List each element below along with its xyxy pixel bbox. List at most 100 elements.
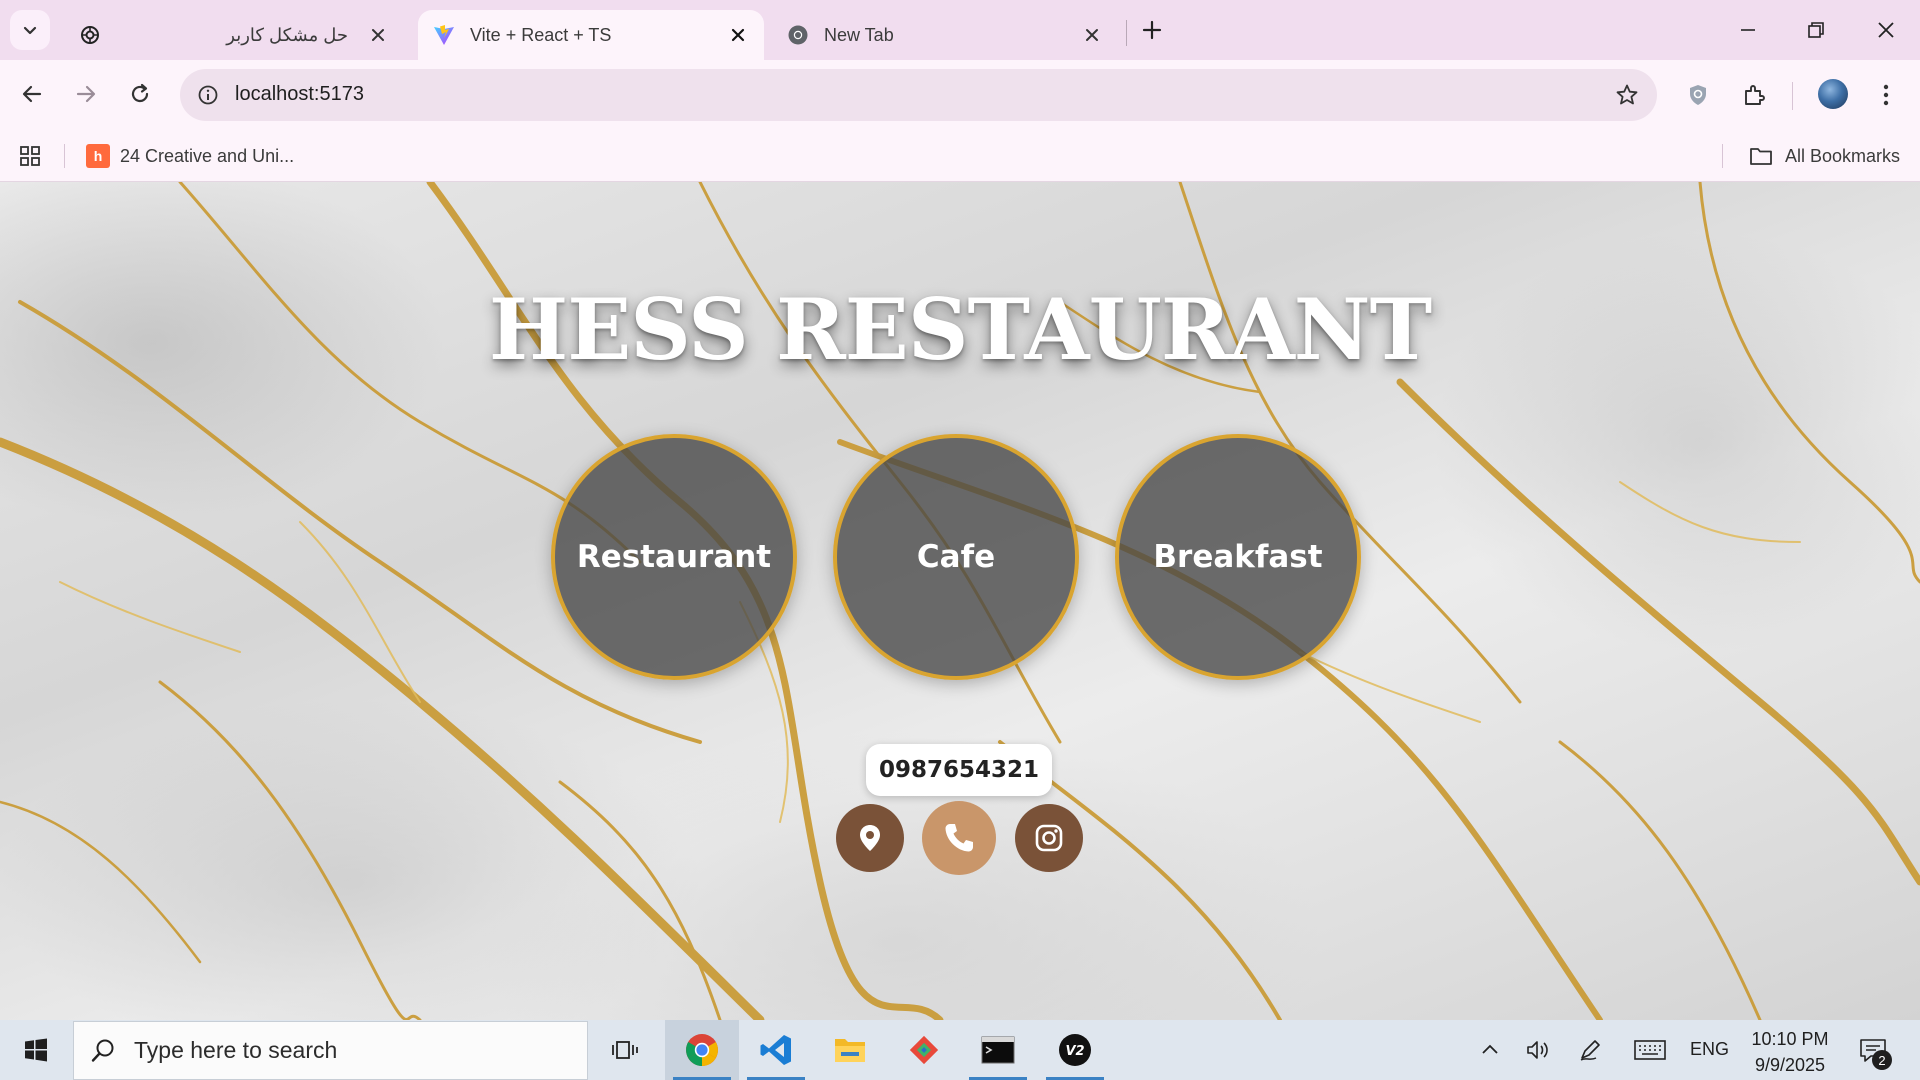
- windows-taskbar: Type here to search V2 ENG 10:10 PM 9/9/…: [0, 1020, 1920, 1080]
- restore-icon: [1808, 22, 1824, 38]
- category-label: Breakfast: [1153, 539, 1323, 575]
- reload-icon: [131, 83, 149, 103]
- tab-new-tab[interactable]: New Tab: [772, 10, 1118, 60]
- clock-date: 9/9/2025: [1754, 1055, 1826, 1075]
- close-tab-icon[interactable]: [366, 23, 390, 47]
- tab-chatgpt[interactable]: حل مشکل کاربر: [64, 10, 404, 60]
- tab-title: New Tab: [824, 24, 894, 45]
- bookmark-item[interactable]: h 24 Creative and Uni...: [86, 140, 294, 172]
- taskbar-chrome[interactable]: [665, 1020, 739, 1080]
- url-text[interactable]: localhost:5173: [235, 83, 364, 106]
- tab-title: Vite + React + TS: [470, 24, 612, 45]
- phone-icon: [945, 824, 973, 852]
- pen-button[interactable]: [1574, 1034, 1606, 1066]
- category-label: Restaurant: [576, 539, 772, 575]
- restore-button[interactable]: [1790, 10, 1842, 50]
- arrow-right-icon: [76, 85, 96, 103]
- browser-toolbar: localhost:5173: [0, 60, 1920, 130]
- v2ray-icon: V2: [1059, 1034, 1091, 1066]
- bookmark-label: 24 Creative and Uni...: [120, 145, 295, 166]
- language-indicator[interactable]: ENG: [1690, 1039, 1729, 1060]
- tab-title: حل مشکل کاربر: [226, 24, 348, 45]
- tab-strip: حل مشکل کاربر Vite + React + TS New Tab: [0, 0, 1920, 60]
- category-cafe-button[interactable]: Cafe: [833, 434, 1079, 680]
- instagram-button[interactable]: [1015, 804, 1083, 872]
- taskbar-git[interactable]: [887, 1020, 961, 1080]
- close-icon: [1878, 22, 1894, 38]
- file-explorer-icon: [835, 1039, 865, 1062]
- hubspot-icon: h: [86, 144, 110, 168]
- taskbar-terminal[interactable]: [961, 1020, 1035, 1080]
- bookmark-divider: [64, 144, 65, 168]
- chevron-up-icon: [1482, 1044, 1498, 1054]
- show-hidden-icons-button[interactable]: [1474, 1034, 1506, 1066]
- toolbar-divider: [1792, 82, 1793, 110]
- bookmark-star-icon[interactable]: [1611, 79, 1643, 111]
- vite-icon: [432, 23, 456, 47]
- tab-divider: [1126, 20, 1127, 46]
- location-button[interactable]: [836, 804, 904, 872]
- taskbar-vscode[interactable]: [739, 1020, 813, 1080]
- all-bookmarks-label: All Bookmarks: [1784, 145, 1900, 166]
- keyboard-icon: [1634, 1040, 1666, 1060]
- search-icon: [90, 1038, 116, 1064]
- notifications-button[interactable]: 2: [1852, 1030, 1894, 1072]
- more-menu-icon[interactable]: [1866, 75, 1906, 115]
- minimize-icon: [1741, 29, 1755, 31]
- search-placeholder: Type here to search: [134, 1037, 338, 1063]
- clock[interactable]: 10:10 PM 9/9/2025: [1740, 1026, 1840, 1078]
- svg-text:V2: V2: [1065, 1044, 1084, 1059]
- bookmark-divider: [1722, 144, 1723, 168]
- reload-button[interactable]: [120, 74, 160, 114]
- chatgpt-icon: [78, 23, 102, 47]
- category-breakfast-button[interactable]: Breakfast: [1115, 434, 1361, 680]
- terminal-icon: [981, 1036, 1015, 1064]
- shield-extension-icon[interactable]: [1678, 75, 1718, 115]
- back-button[interactable]: [12, 74, 52, 114]
- touch-keyboard-button[interactable]: [1634, 1034, 1666, 1066]
- new-tab-button[interactable]: [1136, 14, 1168, 46]
- taskbar-search-box[interactable]: Type here to search: [73, 1021, 588, 1080]
- extensions-icon[interactable]: [1734, 75, 1774, 115]
- taskbar-v2ray[interactable]: V2: [1038, 1020, 1112, 1080]
- pen-icon: [1580, 1040, 1600, 1061]
- vscode-icon: [760, 1035, 791, 1065]
- address-bar[interactable]: localhost:5173: [180, 69, 1657, 121]
- forward-button[interactable]: [66, 74, 106, 114]
- minimize-button[interactable]: [1722, 10, 1774, 50]
- tab-vite[interactable]: Vite + React + TS: [418, 10, 764, 60]
- category-restaurant-button[interactable]: Restaurant: [551, 434, 797, 680]
- taskbar-file-explorer[interactable]: [813, 1020, 887, 1080]
- call-button[interactable]: [922, 801, 996, 875]
- tab-search-button[interactable]: [10, 10, 50, 50]
- task-view-icon: [612, 1041, 638, 1059]
- close-tab-icon[interactable]: [1080, 23, 1104, 47]
- clock-time: 10:10 PM: [1751, 1029, 1829, 1049]
- bookmarks-bar: h 24 Creative and Uni... All Bookmarks: [0, 130, 1920, 182]
- profile-avatar[interactable]: [1818, 79, 1848, 109]
- phone-number-badge: 0987654321: [866, 744, 1052, 796]
- plus-icon: [1142, 20, 1162, 40]
- task-view-button[interactable]: [588, 1020, 662, 1080]
- chevron-down-icon: [23, 26, 37, 35]
- page-viewport: HESS RESTAURANT Restaurant Cafe Breakfas…: [0, 182, 1920, 1020]
- category-label: Cafe: [916, 539, 996, 575]
- close-tab-icon[interactable]: [726, 23, 750, 47]
- folder-icon: [1749, 146, 1773, 166]
- chrome-icon: [686, 1034, 718, 1066]
- close-window-button[interactable]: [1860, 10, 1912, 50]
- all-bookmarks-button[interactable]: All Bookmarks: [1749, 140, 1900, 172]
- git-icon: [909, 1035, 939, 1065]
- volume-button[interactable]: [1522, 1034, 1554, 1066]
- location-icon: [860, 825, 880, 851]
- page-title: HESS RESTAURANT: [488, 280, 1432, 379]
- windows-logo-icon: [25, 1038, 47, 1062]
- instagram-icon: [1035, 824, 1063, 852]
- arrow-left-icon: [22, 85, 42, 103]
- site-info-icon[interactable]: [192, 79, 224, 111]
- chrome-icon: [786, 23, 810, 47]
- apps-grid-icon[interactable]: [14, 140, 46, 172]
- notification-count: 2: [1872, 1050, 1892, 1070]
- volume-icon: [1527, 1041, 1548, 1059]
- start-button[interactable]: [0, 1020, 72, 1080]
